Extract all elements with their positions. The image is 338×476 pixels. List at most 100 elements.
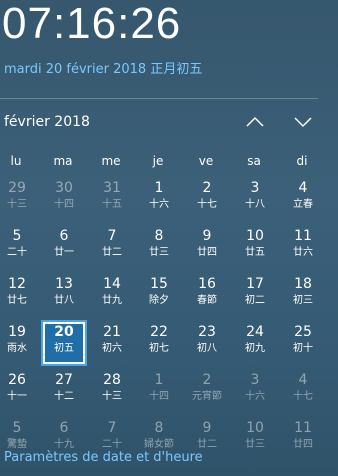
lunar-date: 十八 [245,199,265,210]
day-number: 9 [202,420,212,436]
day-number: 1 [154,372,164,388]
calendar-day-today[interactable]: 20 初五 [41,320,87,366]
calendar-day[interactable]: 10 廿三 [232,416,278,462]
calendar-day[interactable]: 26 十一 [0,368,40,414]
day-number: 10 [246,420,264,436]
calendar-day[interactable]: 7 廿二 [89,224,135,270]
lunar-date: 廿七 [7,295,27,306]
day-number: 7 [107,228,117,244]
day-number: 3 [250,180,260,196]
lunar-date: 十三 [102,391,122,402]
lunar-date: 初三 [293,295,313,306]
lunar-date: 初二 [245,295,265,306]
next-month-button[interactable] [288,108,318,136]
day-number: 5 [12,228,22,244]
day-number: 29 [8,180,26,196]
lunar-date: 十一 [7,391,27,402]
previous-month-button[interactable] [240,108,270,136]
day-number: 17 [246,276,264,292]
calendar-day[interactable]: 2 元宵節 [184,368,230,414]
calendar-day[interactable]: 17 初二 [232,272,278,318]
day-number: 7 [107,420,117,436]
calendar-day[interactable]: 12 廿七 [0,272,40,318]
calendar-day[interactable]: 23 初八 [184,320,230,366]
lunar-date: 十四 [149,391,169,402]
calendar-day[interactable]: 22 初七 [136,320,182,366]
calendar-day[interactable]: 30 十四 [41,176,87,222]
calendar-day[interactable]: 21 初六 [89,320,135,366]
date-time-settings-link[interactable]: Paramètres de date et d'heure [4,450,203,465]
calendar-day[interactable]: 1 十六 [136,176,182,222]
lunar-date: 廿四 [197,247,217,258]
calendar-day[interactable]: 29 十三 [0,176,40,222]
day-number: 8 [154,420,164,436]
weekday-label: lu [10,154,22,168]
calendar-day[interactable]: 13 廿八 [41,272,87,318]
lunar-date: 初五 [54,343,74,354]
day-number: 10 [246,228,264,244]
day-number: 6 [59,420,69,436]
calendar-day[interactable]: 19 雨水 [0,320,40,366]
date-line[interactable]: mardi 20 février 2018 正月初五 [4,58,202,77]
lunar-date: 廿九 [102,295,122,306]
lunar-date: 初八 [197,343,217,354]
day-number: 24 [246,324,264,340]
calendar-day[interactable]: 11 廿四 [280,416,326,462]
weekday-label: sa [247,154,261,168]
calendar-day[interactable]: 9 廿四 [184,224,230,270]
chevron-up-icon [246,116,264,127]
day-number: 11 [294,228,312,244]
lunar-date: 廿四 [293,439,313,450]
lunar-date: 春節 [197,295,217,306]
lunar-date: 十四 [54,199,74,210]
lunar-date: 元宵節 [192,391,222,402]
lunar-date: 廿六 [293,247,313,258]
lunar-date: 十三 [7,199,27,210]
day-number: 5 [12,420,22,436]
calendar-day[interactable]: 1 十四 [136,368,182,414]
day-number: 20 [54,324,74,340]
day-number: 15 [150,276,168,292]
calendar-day[interactable]: 28 十三 [89,368,135,414]
calendar-day[interactable]: 6 廿一 [41,224,87,270]
lunar-date: 二十 [7,247,27,258]
day-number: 14 [103,276,121,292]
day-number: 13 [55,276,73,292]
calendar-day[interactable]: 11 廿六 [280,224,326,270]
calendar-day[interactable]: 18 初三 [280,272,326,318]
lunar-date: 十七 [197,199,217,210]
weekday-label: je [152,154,164,168]
day-number: 25 [294,324,312,340]
calendar-day[interactable]: 15 除夕 [136,272,182,318]
day-number: 23 [198,324,216,340]
month-header[interactable]: février 2018 [4,114,90,130]
lunar-date: 廿三 [149,247,169,258]
calendar-day[interactable]: 10 廿五 [232,224,278,270]
day-number: 4 [298,372,308,388]
calendar-day[interactable]: 4 立春 [280,176,326,222]
day-number: 26 [8,372,26,388]
calendar-day[interactable]: 2 十七 [184,176,230,222]
calendar-day[interactable]: 4 十七 [280,368,326,414]
day-number: 18 [294,276,312,292]
day-number: 2 [202,180,212,196]
calendar-day[interactable]: 14 廿九 [89,272,135,318]
day-number: 6 [59,228,69,244]
calendar-day[interactable]: 24 初九 [232,320,278,366]
calendar-day[interactable]: 16 春節 [184,272,230,318]
day-number: 12 [8,276,26,292]
weekday-label: di [296,154,308,168]
day-number: 22 [150,324,168,340]
lunar-date: 十七 [293,391,313,402]
weekday-label: ma [53,154,73,168]
day-number: 1 [154,180,164,196]
calendar-day[interactable]: 31 十五 [89,176,135,222]
day-number: 28 [103,372,121,388]
calendar-day[interactable]: 8 廿三 [136,224,182,270]
day-number: 21 [103,324,121,340]
calendar-day[interactable]: 3 十六 [232,368,278,414]
calendar-day[interactable]: 25 初十 [280,320,326,366]
calendar-day[interactable]: 3 十八 [232,176,278,222]
calendar-day[interactable]: 5 二十 [0,224,40,270]
calendar-day[interactable]: 27 十二 [41,368,87,414]
